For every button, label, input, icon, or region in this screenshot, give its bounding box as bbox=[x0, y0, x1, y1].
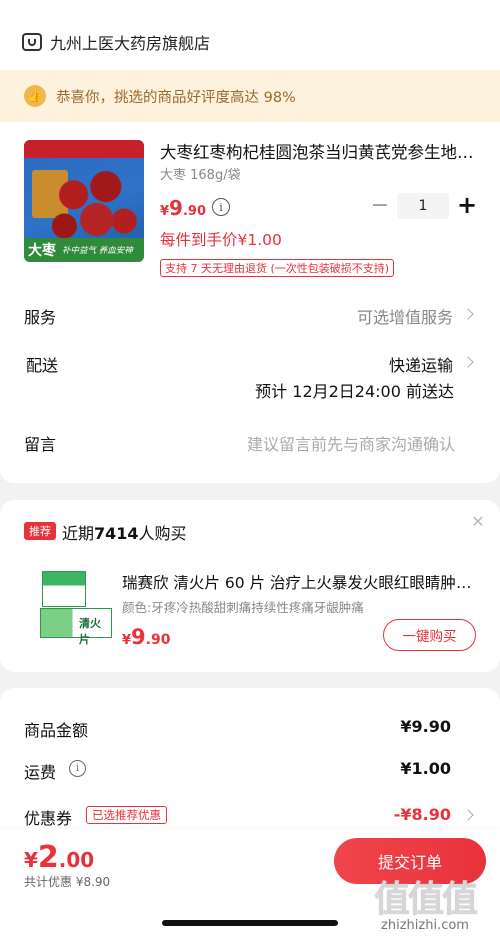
product-image-name-tag: 大枣 补中益气 养血安神 bbox=[24, 238, 144, 262]
praise-text: 恭喜你，挑选的商品好评度高达 98% bbox=[56, 89, 296, 106]
total-int: 2 bbox=[37, 840, 59, 875]
product-image-name: 大枣 bbox=[28, 243, 56, 259]
recommend-title: 近期7414人购买 bbox=[62, 520, 187, 544]
praise-banner: 👍 恭喜你，挑选的商品好评度高达 98% bbox=[0, 70, 500, 122]
recommend-title-prefix: 近期 bbox=[62, 524, 95, 543]
one-click-buy-button[interactable]: 一键购买 bbox=[383, 619, 476, 651]
product-image-sub: 补中益气 养血安神 bbox=[62, 246, 133, 256]
coupon-value[interactable]: -¥8.90 bbox=[394, 805, 451, 824]
message-label: 留言 bbox=[24, 435, 57, 454]
store-name: 九州上医大药房旗舰店 bbox=[50, 34, 211, 53]
delivery-label: 配送 bbox=[26, 356, 59, 375]
quantity-decrement-button[interactable]: − bbox=[370, 193, 390, 218]
product-price-int: 9 bbox=[169, 196, 183, 220]
recommend-product-name[interactable]: 瑞赛欣 清火片 60 片 治疗上火暴发火眼红眼睛肿痛头痛 bbox=[122, 571, 478, 593]
product-spec[interactable]: 大枣 168g/袋 bbox=[160, 164, 241, 183]
store-header[interactable]: 九州上医大药房旗舰店 bbox=[22, 28, 210, 56]
message-input[interactable]: 建议留言前先与商家沟通确认 bbox=[247, 431, 455, 455]
delivery-eta: 预计 12月2日24:00 前送达 bbox=[255, 382, 454, 401]
recommend-title-count: 7414 bbox=[94, 524, 139, 543]
goods-amount-value: ¥9.90 bbox=[400, 717, 451, 736]
product-image-brand-strip bbox=[24, 140, 144, 158]
shipping-info-icon[interactable]: i bbox=[69, 760, 86, 777]
product-title[interactable]: 大枣红枣枸杞桂圆泡茶当归黄芪党参生地熟地人参北芪泡水 bbox=[160, 139, 476, 163]
total-discount: 共计优惠 ¥8.90 bbox=[24, 875, 111, 889]
recommend-price-currency: ¥ bbox=[122, 633, 132, 648]
watermark-site: zhizhizhi.com bbox=[381, 917, 469, 933]
recommend-title-suffix: 人购买 bbox=[138, 524, 187, 543]
shipping-label: 运费 bbox=[24, 763, 57, 782]
recommend-image-box-top bbox=[42, 571, 86, 607]
recommend-product-price: ¥ 9 .90 bbox=[122, 625, 170, 649]
total-currency: ¥ bbox=[24, 848, 38, 872]
recommend-image-box-bottom: 清火片 bbox=[40, 608, 112, 646]
product-price-dec: .90 bbox=[182, 204, 206, 219]
product-image[interactable]: 大枣 补中益气 养血安神 bbox=[24, 140, 144, 262]
price-info-icon[interactable]: i bbox=[212, 198, 230, 216]
product-image-dates bbox=[46, 162, 138, 244]
store-icon bbox=[22, 33, 42, 51]
coupon-label: 优惠券 bbox=[24, 809, 73, 828]
total-dec: .00 bbox=[58, 848, 95, 872]
goods-amount-label: 商品金额 bbox=[24, 721, 89, 740]
product-price: ¥ 9 .90 bbox=[160, 196, 206, 220]
quantity-field[interactable]: 1 bbox=[397, 193, 449, 219]
unit-price: 每件到手价¥1.00 bbox=[160, 231, 282, 249]
home-indicator[interactable] bbox=[162, 920, 338, 926]
product-price-currency: ¥ bbox=[160, 204, 170, 219]
service-value[interactable]: 可选增值服务 bbox=[357, 304, 453, 328]
service-label: 服务 bbox=[24, 308, 57, 327]
total-price: ¥ 2 .00 bbox=[24, 840, 94, 875]
shipping-value: ¥1.00 bbox=[400, 759, 451, 778]
close-icon[interactable]: ✕ bbox=[470, 512, 486, 531]
delivery-value[interactable]: 快递运输 bbox=[389, 352, 453, 376]
coupon-selected-badge: 已选推荐优惠 bbox=[86, 806, 167, 824]
recommend-product-image[interactable]: 清火片 bbox=[40, 568, 114, 646]
thumbs-up-icon: 👍 bbox=[24, 85, 46, 107]
watermark-logo: 值值值 bbox=[373, 878, 478, 920]
recommend-image-label: 清火片 bbox=[79, 617, 101, 646]
recommend-price-int: 9 bbox=[131, 625, 146, 649]
return-policy-badge: 支持 7 天无理由退货 (一次性包装破损不支持) bbox=[160, 259, 395, 277]
watermark: 值值值 zhizhizhi.com bbox=[350, 862, 500, 940]
recommend-badge: 推荐 bbox=[24, 522, 56, 540]
recommend-price-dec: .90 bbox=[145, 632, 171, 648]
quantity-increment-button[interactable]: + bbox=[456, 191, 478, 219]
recommend-product-spec: 颜色:牙疼冷热酸甜刺痛持续性疼痛牙龈肿痛 bbox=[122, 600, 364, 615]
